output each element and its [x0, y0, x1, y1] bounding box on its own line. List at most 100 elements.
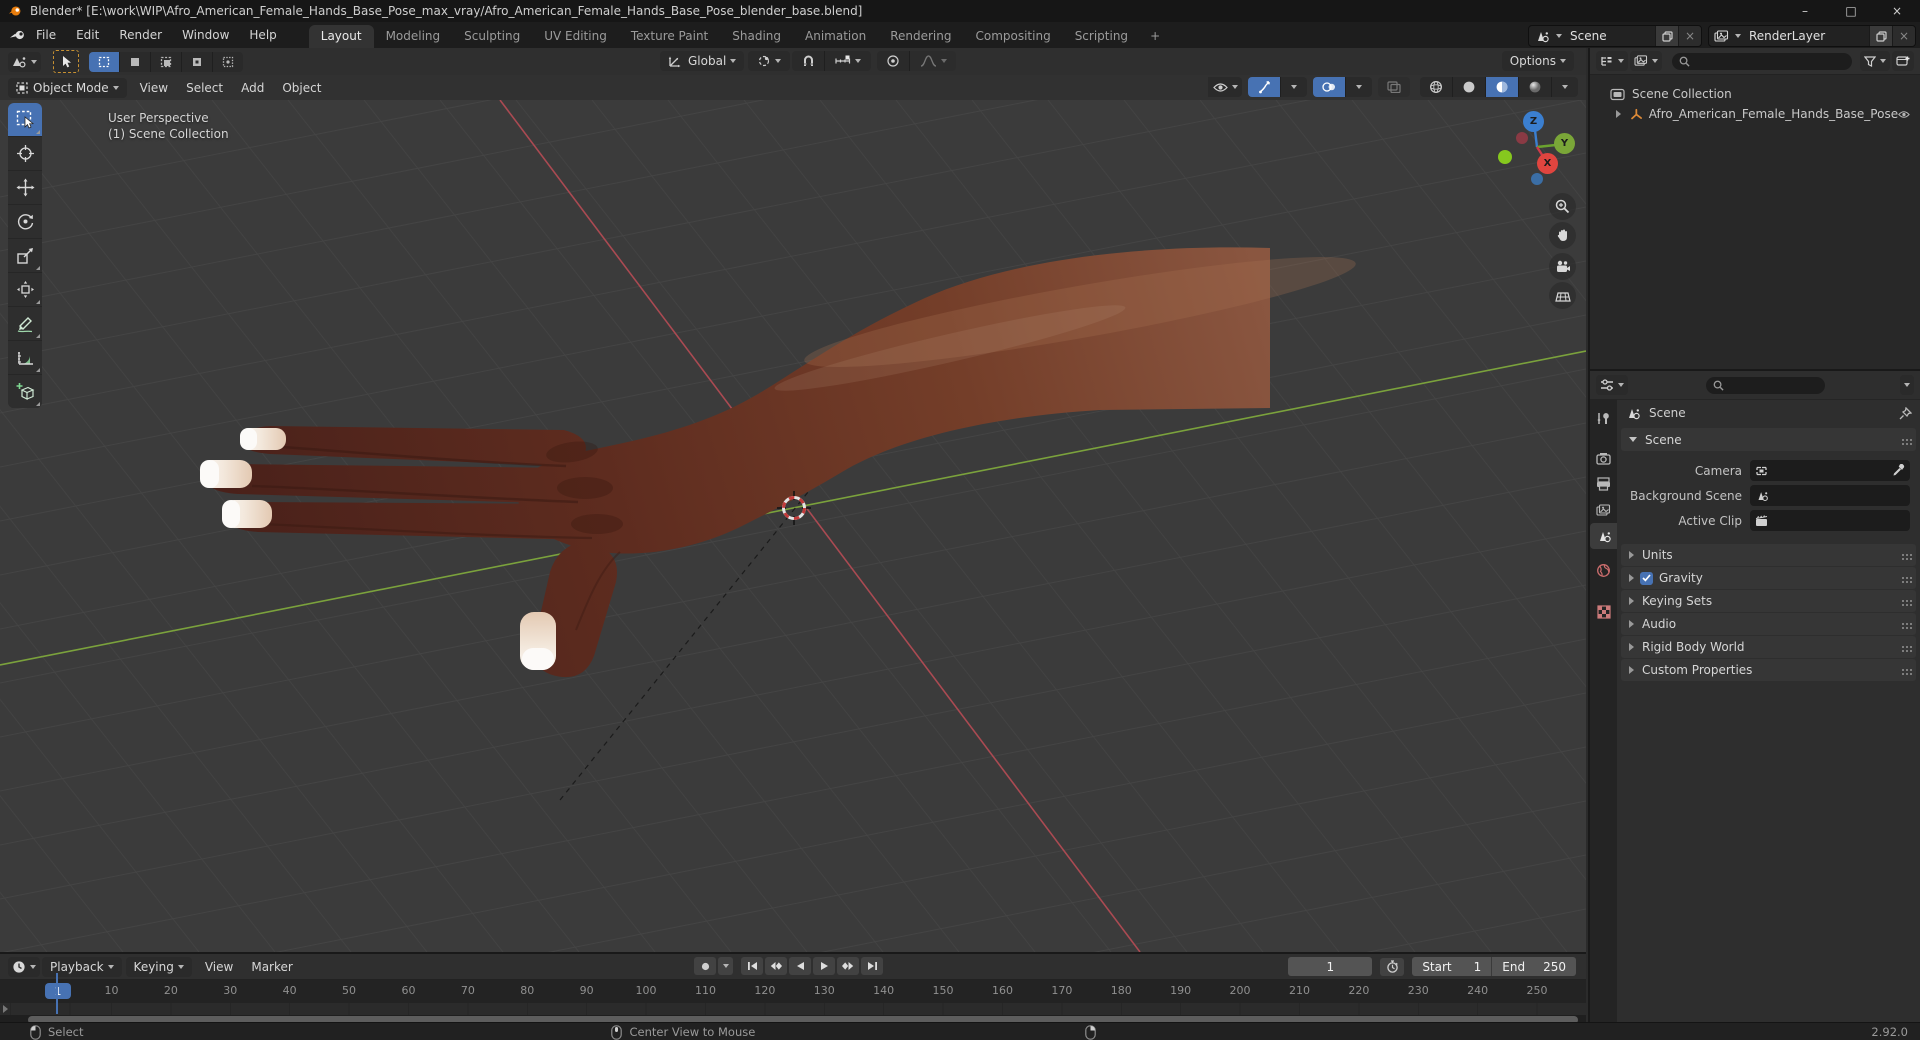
tool-rotate[interactable] — [8, 205, 42, 239]
panel-drag-handle[interactable] — [1902, 554, 1904, 556]
hand-model[interactable] — [200, 238, 1360, 678]
units-panel[interactable]: Units — [1621, 544, 1916, 566]
renderlayer-selector[interactable]: RenderLayer × — [1708, 25, 1916, 47]
select-mode-invert-button[interactable] — [182, 51, 213, 72]
expand-icon[interactable] — [1616, 110, 1621, 118]
visibility-eye-icon[interactable] — [1898, 109, 1910, 120]
active-clip-field[interactable] — [1750, 510, 1910, 531]
transform-orientation-dropdown[interactable]: Global — [660, 51, 745, 71]
tool-cursor[interactable] — [8, 137, 42, 171]
timeline-editor-type-button[interactable] — [8, 956, 40, 977]
menu-file[interactable]: File — [26, 24, 66, 46]
snap-toggle-button[interactable] — [792, 51, 826, 71]
xray-toggle[interactable] — [1378, 77, 1410, 97]
scene-unlink-button[interactable]: × — [1678, 26, 1701, 46]
tab-layout[interactable]: Layout — [308, 25, 374, 48]
camera-field[interactable] — [1750, 460, 1910, 481]
gravity-checkbox[interactable] — [1640, 571, 1653, 585]
tab-animation[interactable]: Animation — [793, 25, 878, 48]
shading-dropdown[interactable] — [1552, 77, 1578, 97]
playback-menu[interactable]: Playback — [42, 956, 122, 977]
zoom-button[interactable] — [1549, 193, 1576, 220]
mode-dropdown[interactable]: Object Mode — [8, 77, 127, 98]
tab-view-layer[interactable] — [1590, 497, 1617, 523]
scene-name[interactable]: Scene — [1562, 29, 1655, 43]
tool-move[interactable] — [8, 171, 42, 205]
proportional-falloff-dropdown[interactable] — [910, 51, 957, 71]
timeline-marker-menu[interactable]: Marker — [242, 958, 301, 976]
current-frame-badge[interactable]: 1 — [45, 983, 71, 999]
active-tool-indicator[interactable] — [53, 50, 79, 73]
viewport-canvas[interactable] — [0, 100, 1586, 952]
tab-tool[interactable] — [1590, 405, 1617, 431]
eyedropper-icon[interactable] — [1892, 464, 1905, 477]
tab-shading[interactable]: Shading — [720, 25, 793, 48]
gizmos-dropdown[interactable] — [1281, 77, 1307, 97]
renderlayer-new-copy-button[interactable] — [1869, 26, 1892, 46]
outliner-filter-id-dropdown[interactable] — [1630, 51, 1662, 71]
shading-solid-button[interactable] — [1453, 77, 1486, 97]
timeline-expand-arrow[interactable] — [3, 1005, 8, 1013]
keying-options-dropdown[interactable] — [718, 957, 733, 975]
navigation-gizmo[interactable]: Z Y X — [1496, 104, 1584, 192]
tool-transform[interactable] — [8, 273, 42, 307]
tool-measure[interactable] — [8, 341, 42, 375]
add-workspace-button[interactable]: + — [1140, 25, 1170, 48]
jump-next-keyframe-button[interactable] — [837, 957, 859, 975]
editor-type-button[interactable] — [8, 51, 41, 72]
overlays-toggle[interactable] — [1313, 77, 1346, 97]
select-mode-intersect-button[interactable] — [213, 51, 243, 72]
options-button[interactable]: Options — [1501, 51, 1574, 71]
properties-options-dropdown[interactable] — [1900, 375, 1914, 395]
pan-button[interactable] — [1549, 222, 1576, 249]
tab-modeling[interactable]: Modeling — [374, 25, 453, 48]
properties-editor-type-button[interactable] — [1596, 375, 1628, 395]
tab-world[interactable] — [1590, 557, 1617, 583]
play-button[interactable] — [813, 957, 835, 975]
audio-panel[interactable]: Audio — [1621, 613, 1916, 635]
menu-object[interactable]: Object — [273, 79, 330, 97]
menu-select[interactable]: Select — [177, 79, 232, 97]
renderlayer-remove-button[interactable]: × — [1892, 26, 1915, 46]
tab-scene[interactable] — [1590, 523, 1617, 549]
minimize-button[interactable]: – — [1782, 0, 1828, 22]
menu-add[interactable]: Add — [232, 79, 273, 97]
menu-view[interactable]: View — [131, 79, 177, 97]
timeline-view-menu[interactable]: View — [196, 958, 242, 976]
background-scene-field[interactable] — [1750, 485, 1910, 506]
pin-icon[interactable] — [1899, 406, 1912, 420]
panel-drag-handle[interactable] — [1902, 577, 1904, 579]
tab-rendering[interactable]: Rendering — [878, 25, 963, 48]
maximize-button[interactable]: □ — [1828, 0, 1874, 22]
tool-annotate[interactable] — [8, 307, 42, 341]
frame-end-field[interactable]: End 250 — [1492, 957, 1576, 976]
tab-texture-paint[interactable]: Texture Paint — [619, 25, 720, 48]
viewport-3d[interactable]: User Perspective (1) Scene Collection Z … — [0, 100, 1586, 952]
tool-scale[interactable] — [8, 239, 42, 273]
outliner-search-input[interactable] — [1672, 52, 1852, 70]
new-collection-button[interactable] — [1892, 51, 1914, 71]
scene-selector[interactable]: Scene × — [1528, 25, 1702, 47]
tab-texture[interactable] — [1590, 599, 1617, 625]
snap-target-dropdown[interactable] — [825, 51, 872, 71]
tool-select-box[interactable] — [8, 103, 42, 137]
menu-render[interactable]: Render — [109, 24, 172, 46]
use-preview-range-button[interactable] — [1380, 957, 1405, 976]
outliner-display-mode-dropdown[interactable] — [1596, 51, 1628, 71]
select-mode-set-button[interactable] — [89, 51, 120, 72]
jump-prev-keyframe-button[interactable] — [765, 957, 787, 975]
panel-drag-handle[interactable] — [1902, 600, 1904, 602]
orthographic-toggle-button[interactable] — [1549, 282, 1576, 309]
outliner-filter-dropdown[interactable] — [1860, 51, 1890, 71]
tab-uv-editing[interactable]: UV Editing — [532, 25, 619, 48]
proportional-edit-button[interactable] — [877, 51, 911, 71]
keying-sets-panel[interactable]: Keying Sets — [1621, 590, 1916, 612]
camera-view-button[interactable] — [1549, 253, 1576, 280]
tool-add-primitive[interactable] — [8, 375, 42, 408]
tab-render[interactable] — [1590, 445, 1617, 471]
gravity-panel[interactable]: Gravity — [1621, 567, 1916, 589]
outliner-row-object[interactable]: Afro_American_Female_Hands_Base_Pose — [1590, 104, 1920, 124]
gizmo-y-axis[interactable]: Y — [1554, 133, 1575, 154]
properties-search-input[interactable] — [1705, 376, 1825, 394]
jump-to-start-button[interactable] — [741, 957, 763, 975]
